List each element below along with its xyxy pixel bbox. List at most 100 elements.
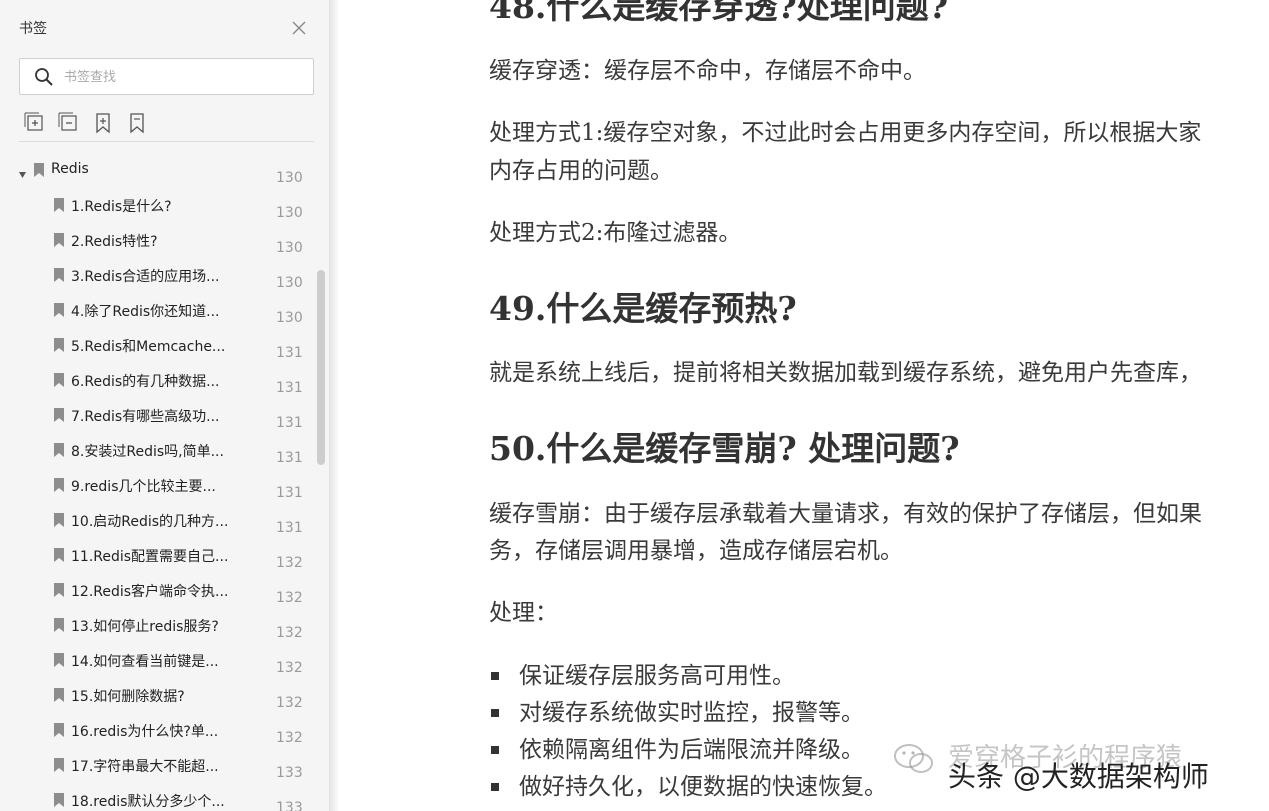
bookmark-icon [53,267,65,283]
bookmark-page-number: 131 [276,415,303,431]
bookmark-icon [53,757,65,773]
bookmark-icon [53,197,65,213]
bookmark-icon [53,337,65,353]
bookmark-page-number: 131 [276,520,303,536]
bookmark-item[interactable]: 4.除了Redis你还知道... 130 [0,293,314,328]
bookmark-page-number: 133 [276,800,303,811]
paragraph: 务，存储层调用暴增，造成存储层宕机。 [489,538,903,564]
bullet-icon [491,672,499,680]
bookmark-icon [53,547,65,563]
bookmark-page-number: 131 [276,485,303,501]
bookmark-page-number: 130 [276,240,303,256]
bookmark-icon [33,162,45,178]
divider [19,141,314,142]
bookmark-label: 7.Redis有哪些高级功... [71,409,220,425]
paragraph: 内存占用的问题。 [489,158,673,184]
bookmark-item[interactable]: 15.如何删除数据? 132 [0,678,314,713]
bookmark-item[interactable]: 9.redis几个比较主要... 131 [0,468,314,503]
bookmark-item[interactable]: 3.Redis合适的应用场... 130 [0,258,314,293]
scrollbar-thumb[interactable] [317,270,325,465]
bullet-icon [491,783,499,791]
close-icon[interactable] [289,18,309,38]
collapse-all-icon[interactable] [56,110,82,136]
bookmark-icon [53,792,65,808]
bookmark-item[interactable]: 1.Redis是什么? 130 [0,188,314,223]
heading-49: 49.什么是缓存预热? [489,289,797,328]
bookmark-page-number: 131 [276,380,303,396]
bullet-icon [491,709,499,717]
bookmark-icon [53,617,65,633]
bookmark-icon [53,372,65,388]
bookmark-item[interactable]: 14.如何查看当前键是... 132 [0,643,314,678]
bookmark-icon [53,512,65,528]
bookmark-label: 5.Redis和Memcache... [71,339,226,355]
bookmark-label: 15.如何删除数据? [71,689,185,705]
bookmark-search-box[interactable] [19,58,314,95]
bookmark-icon [53,477,65,493]
paragraph: 缓存雪崩：由于缓存层承载着大量请求，有效的保护了存储层，但如果 [489,501,1202,527]
bookmark-icon[interactable] [124,110,150,136]
bookmark-label: 9.redis几个比较主要... [71,479,216,495]
bookmark-icon [53,652,65,668]
bookmark-item[interactable]: 12.Redis客户端命令执... 132 [0,573,314,608]
paragraph: 缓存穿透：缓存层不命中，存储层不命中。 [489,58,926,84]
bookmark-item[interactable]: 10.启动Redis的几种方... 131 [0,503,314,538]
bookmark-icon [53,722,65,738]
paragraph: 处理： [489,600,558,626]
bookmark-page-number: 132 [276,660,303,676]
bookmark-search-input[interactable] [64,65,304,89]
bookmark-page-number: 130 [276,310,303,326]
bookmark-icon [53,232,65,248]
search-icon [34,67,54,87]
bookmark-page-number: 131 [276,450,303,466]
bookmark-page-number: 133 [276,765,303,781]
bookmark-item[interactable]: 18.redis默认分多少个... 133 [0,783,314,811]
bookmark-icon [53,407,65,423]
bookmark-page-number: 132 [276,625,303,641]
bookmark-item[interactable]: 11.Redis配置需要自己... 132 [0,538,314,573]
bookmark-label: Redis [51,161,89,177]
heading-50: 50.什么是缓存雪崩? 处理问题? [489,429,960,468]
bookmark-item[interactable]: 16.redis为什么快?单... 132 [0,713,314,748]
bookmark-page-number: 131 [276,345,303,361]
bookmark-page-number: 132 [276,730,303,746]
bookmark-label: 3.Redis合适的应用场... [71,269,220,285]
caret-down-icon[interactable] [19,165,27,178]
bookmark-label: 12.Redis客户端命令执... [71,584,229,600]
paragraph: 处理方式1:缓存空对象，不过此时会占用更多内存空间，所以根据大家 [489,120,1202,146]
bookmark-label: 17.字符串最大不能超... [71,759,219,775]
bookmark-label: 10.启动Redis的几种方... [71,514,229,530]
paragraph: 就是系统上线后，提前将相关数据加载到缓存系统，避免用户先查库， [489,360,1202,386]
bookmark-page-number: 132 [276,555,303,571]
panel-title: 书签 [19,21,47,37]
bookmark-item[interactable]: 13.如何停止redis服务? 132 [0,608,314,643]
bookmark-label: 11.Redis配置需要自己... [71,549,229,565]
bookmark-icon [53,582,65,598]
bookmark-icon [53,442,65,458]
bookmark-label: 8.安装过Redis吗,简单... [71,444,224,460]
expand-all-icon[interactable] [22,110,48,136]
bookmark-label: 2.Redis特性? [71,234,158,250]
bookmark-page-number: 130 [276,205,303,221]
add-bookmark-icon[interactable] [90,110,116,136]
bookmark-panel: 书签 书签查找 Redis 130 1.Redis是什么? 130 2.Redi… [0,0,330,811]
bookmark-item[interactable]: 7.Redis有哪些高级功... 131 [0,398,314,433]
bookmark-label: 6.Redis的有几种数据... [71,374,220,390]
bookmark-label: 14.如何查看当前键是... [71,654,219,670]
bookmark-item[interactable]: 6.Redis的有几种数据... 131 [0,363,314,398]
heading-48: 48.什么是缓存穿透?处理问题? [489,0,949,26]
bookmark-icon [53,687,65,703]
bookmark-label: 16.redis为什么快?单... [71,724,219,740]
bookmark-icon [53,302,65,318]
bookmark-label: 13.如何停止redis服务? [71,619,219,635]
bookmark-page-number: 132 [276,695,303,711]
bullet-icon [491,746,499,754]
bookmark-item[interactable]: 2.Redis特性? 130 [0,223,314,258]
bookmark-page-number: 132 [276,590,303,606]
bookmark-list: Redis 130 1.Redis是什么? 130 2.Redis特性? 130 3.Red… [0,153,314,811]
bookmark-group[interactable]: Redis 130 [0,153,314,188]
bookmark-label: 18.redis默认分多少个... [71,794,225,810]
bookmark-item[interactable]: 5.Redis和Memcache... 131 [0,328,314,363]
bookmark-item[interactable]: 17.字符串最大不能超... 133 [0,748,314,783]
bookmark-item[interactable]: 8.安装过Redis吗,简单... 131 [0,433,314,468]
